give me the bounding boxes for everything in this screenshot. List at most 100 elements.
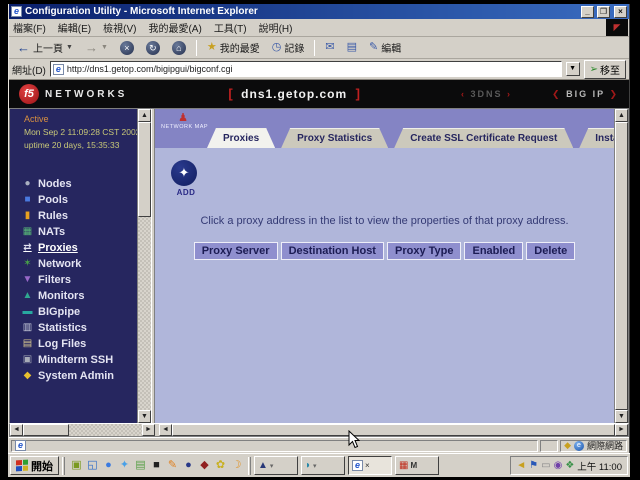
title-bar[interactable]: e Configuration Utility - Microsoft Inte… [9, 4, 629, 19]
network-map-button[interactable]: ♟ NETWORK MAP [161, 113, 205, 130]
close-button[interactable]: × [614, 6, 627, 18]
scroll-up-icon[interactable]: ▲ [138, 109, 151, 122]
sidebar-horizontal-scrollbar[interactable]: ◄ ► [10, 424, 155, 436]
mail-button[interactable]: ✉ [321, 41, 338, 54]
scrollbar-thumb[interactable] [23, 424, 69, 436]
sidebar-vertical-scrollbar[interactable]: ▲ ▼ [137, 109, 151, 423]
sidebar-item-statistics[interactable]: ▥Statistics [10, 320, 137, 336]
menu-help[interactable]: 說明(H) [259, 20, 293, 35]
quicklaunch-icon-9[interactable]: ◆ [198, 459, 211, 472]
home-button[interactable]: ⌂ [168, 40, 190, 56]
quicklaunch-icon-6[interactable]: ■ [150, 459, 163, 472]
taskbar: 開始 ▣ ◱ ● ✦ ▤ ■ ✎ ● ◆ ✿ ☽ ▲▾ ◗▾ e× ▦M ◄ [8, 453, 630, 477]
favorites-button[interactable]: ★ 我的最愛 [203, 39, 264, 56]
main-vertical-scrollbar[interactable]: ▲ ▼ [614, 109, 628, 423]
status-bar: e ◆ e 網際網路 [9, 437, 629, 453]
scroll-up-icon[interactable]: ▲ [615, 109, 628, 122]
scrollbar-thumb[interactable] [138, 122, 151, 217]
sidebar-item-proxies[interactable]: ⇄Proxies [10, 240, 137, 256]
quicklaunch-icon-11[interactable]: ☽ [230, 459, 243, 472]
scroll-left-icon[interactable]: ◄ [10, 424, 23, 436]
sidebar-item-bigpipe[interactable]: ▬BIGpipe [10, 304, 137, 320]
scrollbar-thumb[interactable] [615, 122, 628, 410]
task-button-2[interactable]: ◗▾ [301, 456, 345, 475]
menu-file[interactable]: 檔案(F) [13, 20, 46, 35]
scroll-left-icon[interactable]: ◄ [159, 424, 172, 436]
scroll-right-icon[interactable]: ► [142, 424, 155, 436]
sidebar-item-pools[interactable]: ■Pools [10, 192, 137, 208]
scrollbar-thumb[interactable] [172, 424, 615, 436]
task-button-ie-active[interactable]: e× [348, 456, 392, 475]
column-header-enabled: Enabled [464, 242, 523, 260]
task-button-1[interactable]: ▲▾ [254, 456, 298, 475]
forward-button[interactable]: → ▼ [81, 40, 112, 55]
tab-create-ssl-certificate-request[interactable]: Create SSL Certificate Request [394, 128, 573, 148]
address-bar: 網址(D) e http://dns1.getop.com/bigipgui/b… [9, 59, 629, 80]
quicklaunch-icon-7[interactable]: ✎ [166, 459, 179, 472]
sidebar-item-nodes[interactable]: ●Nodes [10, 176, 137, 192]
proxy-table-header-row: Proxy Server Destination Host Proxy Type… [171, 242, 614, 260]
address-label: 網址(D) [12, 62, 46, 77]
minimize-button[interactable]: _ [581, 6, 594, 18]
start-button[interactable]: 開始 [10, 456, 59, 475]
back-dropdown-icon[interactable]: ▼ [66, 44, 73, 51]
network-status-icon[interactable]: ▭ [541, 461, 550, 471]
tab-proxy-statistics[interactable]: Proxy Statistics [281, 128, 388, 148]
sidebar-item-nats[interactable]: ▦NATs [10, 224, 137, 240]
quicklaunch-icon-5[interactable]: ▤ [134, 459, 147, 472]
stop-button[interactable]: × [116, 40, 138, 56]
menu-edit[interactable]: 編輯(E) [58, 20, 91, 35]
tab-band: ♟ NETWORK MAP Proxies Proxy Statistics C… [155, 109, 614, 148]
menu-favorites[interactable]: 我的最愛(A) [148, 20, 201, 35]
tray-utility-icon[interactable]: ❖ [565, 461, 574, 471]
quicklaunch-icon-2[interactable]: ◱ [86, 459, 99, 472]
back-button[interactable]: ← 上一頁 ▼ [13, 39, 77, 56]
main-horizontal-scrollbar[interactable]: ◄ ► [159, 424, 628, 436]
back-icon: ← [17, 41, 30, 54]
refresh-button[interactable]: ↻ [142, 40, 164, 56]
edit-button[interactable]: ✎ 編輯 [365, 39, 405, 56]
tab-install-ssl-certificate[interactable]: Install SSL Certifi [579, 128, 614, 148]
add-proxy-button[interactable]: ✦ ADD [171, 160, 201, 197]
menu-tools[interactable]: 工具(T) [214, 20, 247, 35]
add-icon[interactable]: ✦ [171, 160, 197, 186]
history-button[interactable]: ◷ 記錄 [268, 39, 309, 56]
edit-icon: ✎ [369, 42, 378, 53]
ie-icon: e [352, 460, 363, 471]
go-button[interactable]: ➢ 移至 [584, 60, 626, 79]
menu-view[interactable]: 檢視(V) [103, 20, 136, 35]
quicklaunch-icon-1[interactable]: ▣ [70, 459, 83, 472]
hostname-text: dns1.getop.com [237, 87, 351, 101]
quicklaunch-icon-3[interactable]: ● [102, 459, 115, 472]
address-input[interactable]: e http://dns1.getop.com/bigipgui/bigconf… [50, 61, 562, 77]
quicklaunch-icon-10[interactable]: ✿ [214, 459, 227, 472]
address-dropdown-icon[interactable]: ▼ [566, 62, 580, 76]
tab-proxies[interactable]: Proxies [207, 128, 275, 148]
internet-globe-icon: e [574, 441, 584, 451]
quicklaunch-icon-4[interactable]: ✦ [118, 459, 131, 472]
screen: e Configuration Utility - Microsoft Inte… [0, 0, 640, 480]
tray-flag-icon[interactable]: ⚑ [529, 461, 538, 471]
maximize-button[interactable]: ❐ [597, 6, 610, 18]
sidebar-item-system-admin[interactable]: ◆System Admin [10, 368, 137, 384]
sidebar-item-mindterm-ssh[interactable]: ▣Mindterm SSH [10, 352, 137, 368]
sidebar-item-network[interactable]: ✶Network [10, 256, 137, 272]
toolbar-separator [314, 40, 315, 56]
quicklaunch-icon-8[interactable]: ● [182, 459, 195, 472]
scroll-down-icon[interactable]: ▼ [615, 410, 628, 423]
browser-toolbar: ← 上一頁 ▼ → ▼ × ↻ ⌂ ★ 我的最愛 ◷ 記錄 [9, 37, 629, 59]
taskbar-clock: 上午 11:00 [577, 459, 622, 473]
scroll-right-icon[interactable]: ► [615, 424, 628, 436]
product-3dns-label: ‹ 3DNS › [461, 89, 512, 99]
favorites-icon: ★ [207, 42, 217, 53]
sidebar-item-rules[interactable]: ▮Rules [10, 208, 137, 224]
volume-icon[interactable]: ◄ [516, 461, 526, 471]
sidebar-nav: ●Nodes ■Pools ▮Rules ▦NATs ⇄Proxies ✶Net… [10, 176, 137, 384]
print-button[interactable]: ▤ [343, 41, 361, 54]
task-button-4[interactable]: ▦M [395, 456, 439, 475]
sidebar-item-log-files[interactable]: ▤Log Files [10, 336, 137, 352]
scroll-down-icon[interactable]: ▼ [138, 410, 151, 423]
sidebar-item-monitors[interactable]: ▲Monitors [10, 288, 137, 304]
sidebar-item-filters[interactable]: ▼Filters [10, 272, 137, 288]
tray-app-icon[interactable]: ◉ [554, 461, 563, 471]
